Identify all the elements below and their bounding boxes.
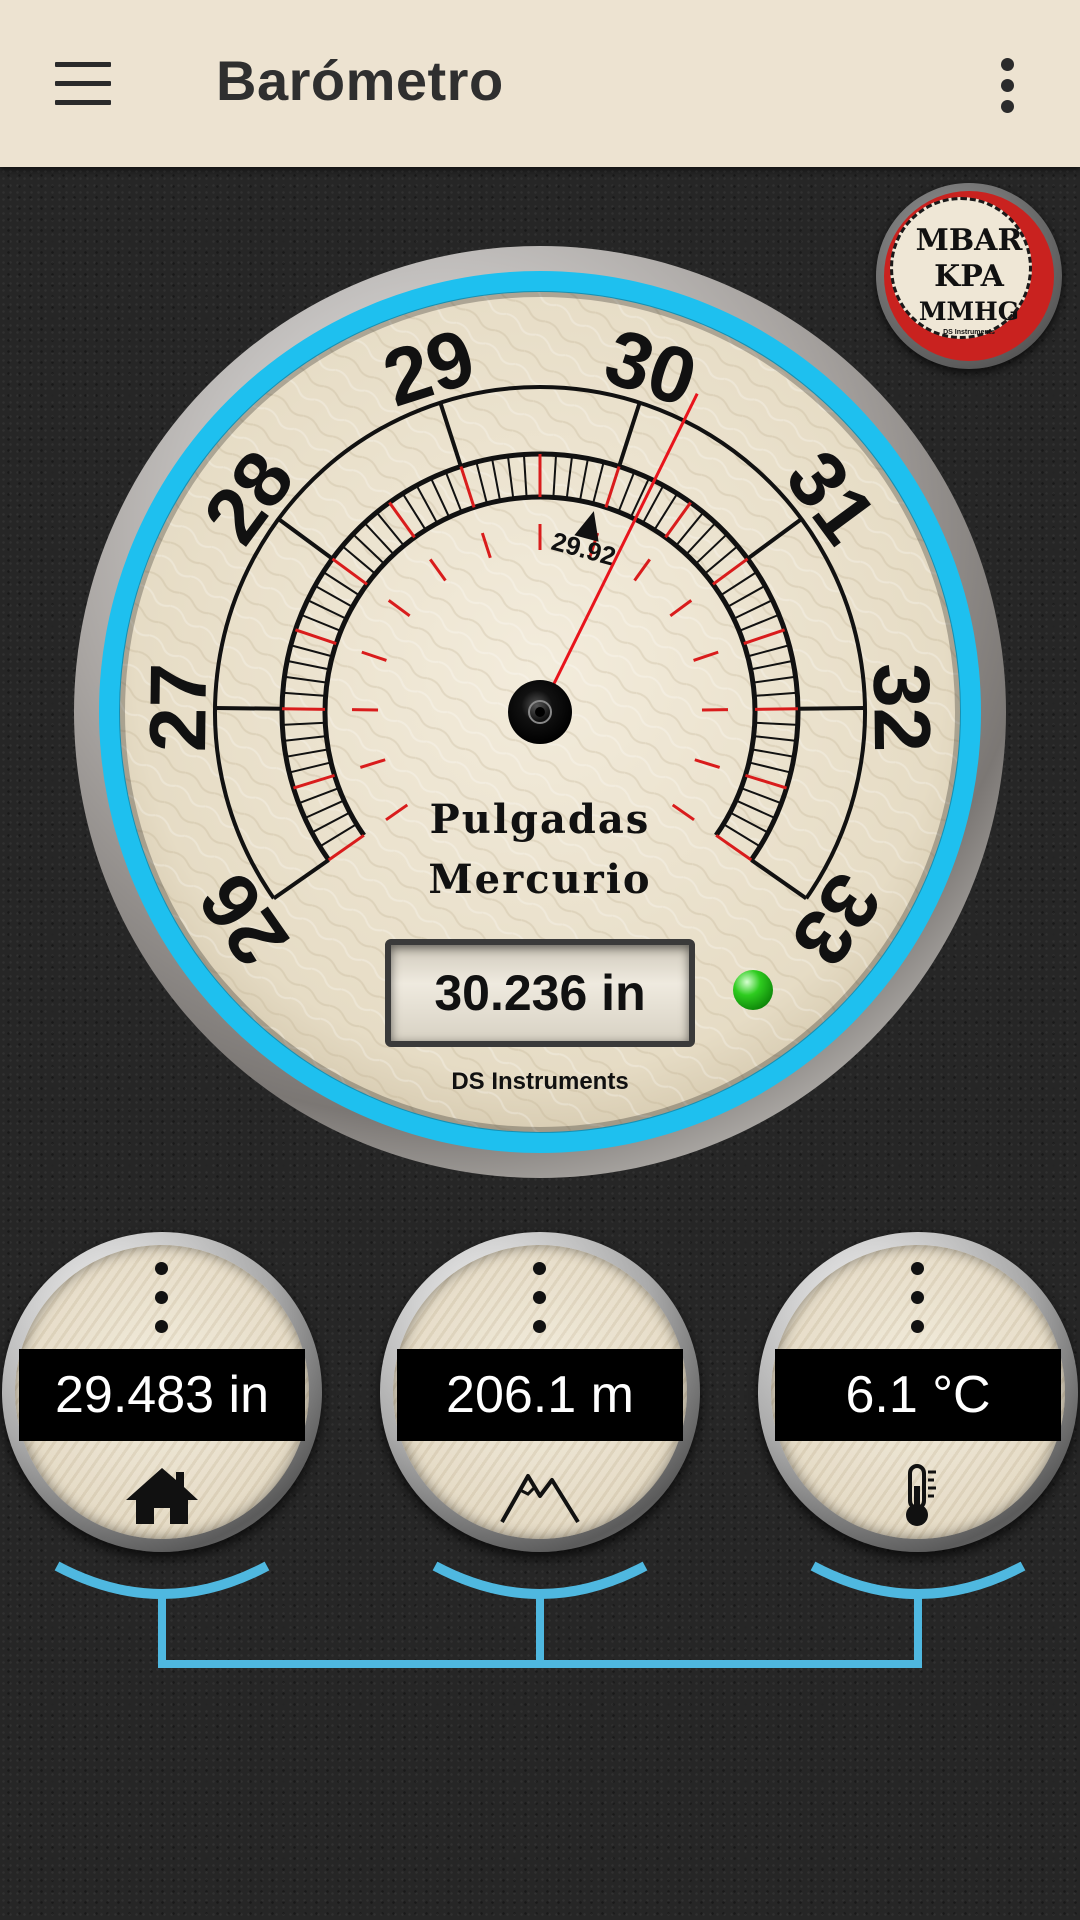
mini-gauge-arc — [432, 1561, 648, 1599]
mini-gauge-arc — [810, 1561, 1026, 1599]
connector-bracket — [158, 1594, 922, 1668]
mini-gauge-connector — [54, 1561, 1026, 1668]
mini-gauge-arc — [54, 1561, 270, 1599]
